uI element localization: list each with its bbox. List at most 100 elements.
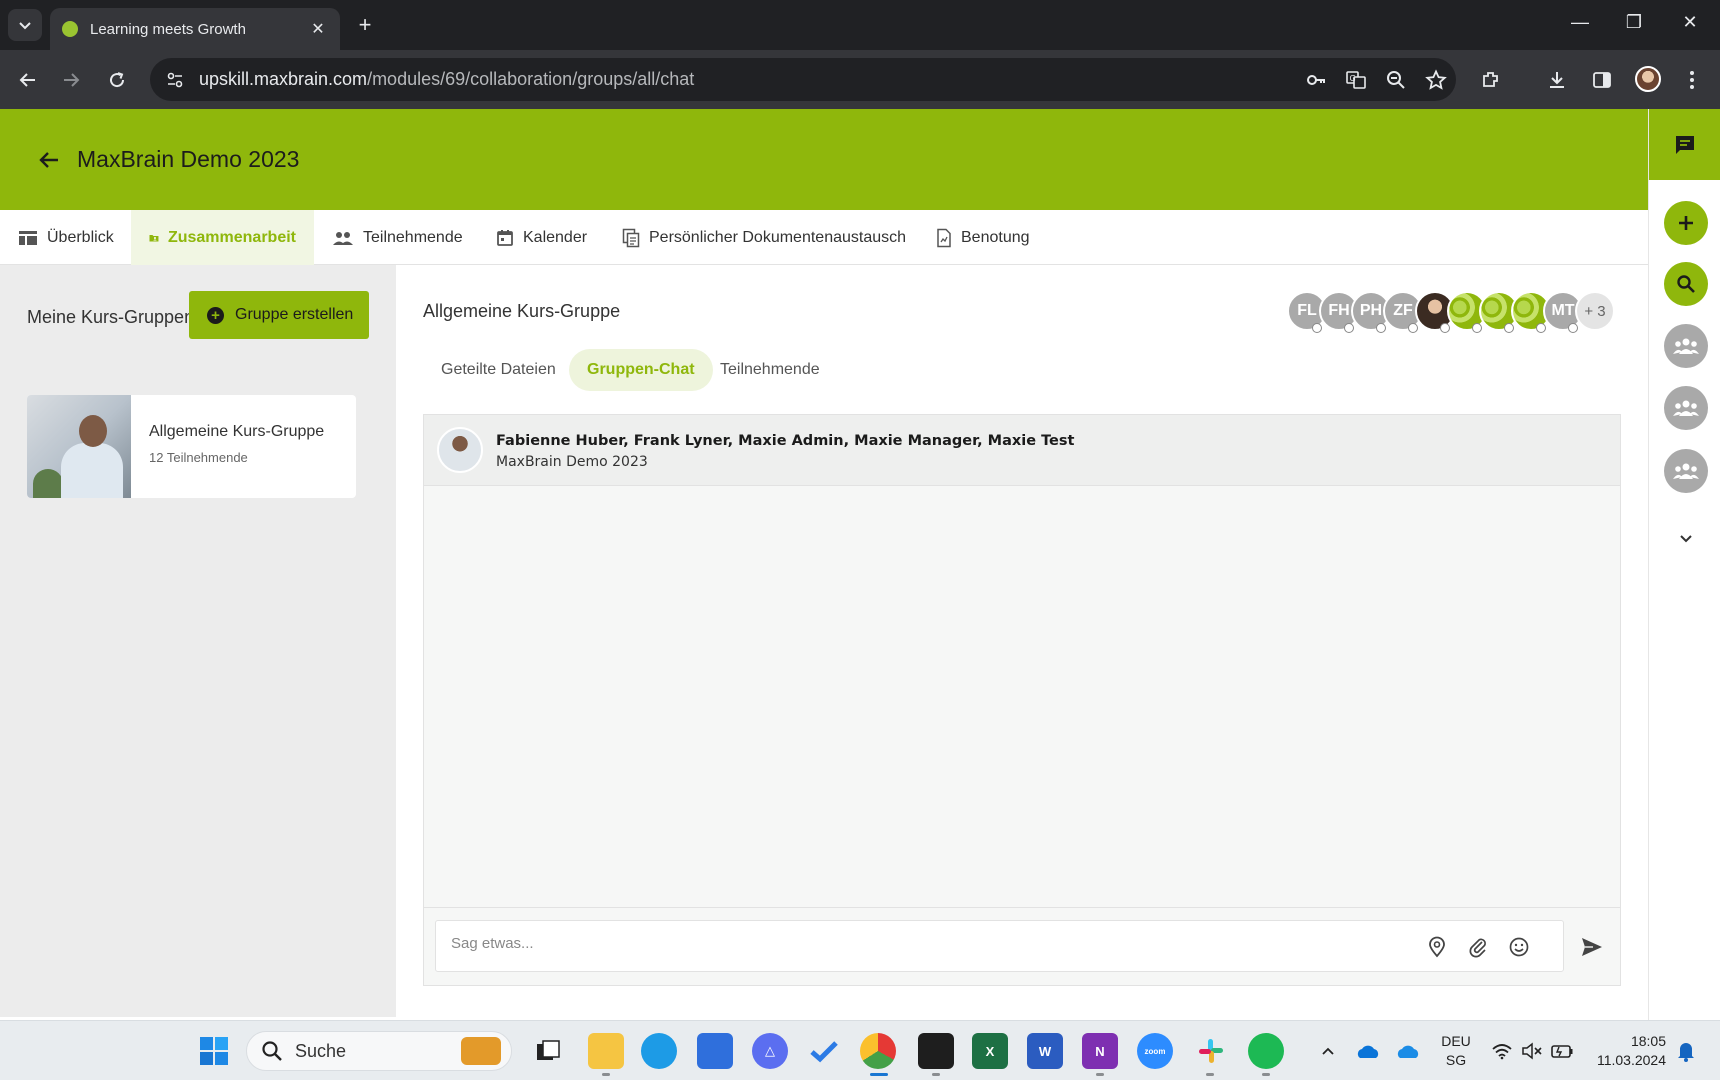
chevron-down-icon <box>1680 535 1692 543</box>
status-dot <box>1440 323 1450 333</box>
chevron-down-icon <box>19 22 31 30</box>
edge-icon[interactable] <box>641 1033 677 1069</box>
taskbar-active-indicator <box>870 1073 888 1076</box>
language-code: DEU <box>1441 1033 1471 1049</box>
zoom-icon[interactable] <box>1376 60 1416 100</box>
browser-tab-active[interactable]: Learning meets Growth ✕ <box>50 8 340 50</box>
rail-expand-button[interactable] <box>1664 516 1708 560</box>
briefcase-icon <box>461 1037 501 1065</box>
chat-members: Fabienne Huber, Frank Lyner, Maxie Admin… <box>496 433 1075 449</box>
zoom-icon[interactable]: zoom <box>1137 1033 1173 1069</box>
forward-button[interactable] <box>55 64 87 96</box>
rail-chat-button[interactable] <box>1649 109 1720 180</box>
tab-search-button[interactable] <box>8 9 42 41</box>
taskbar-search[interactable]: Suche <box>246 1031 512 1071</box>
side-panel-icon[interactable] <box>1585 63 1619 97</box>
tab-kalender[interactable]: Kalender <box>478 210 605 265</box>
grading-icon <box>937 228 951 247</box>
input-language[interactable]: DEU SG <box>1438 1032 1474 1070</box>
arrow-left-icon <box>19 73 35 87</box>
clock[interactable]: 18:05 11.03.2024 <box>1590 1032 1666 1070</box>
status-dot <box>1312 323 1322 333</box>
word-icon[interactable]: W <box>1027 1033 1063 1069</box>
back-arrow-icon[interactable] <box>36 147 62 173</box>
rail-group-button[interactable] <box>1664 386 1708 430</box>
search-icon <box>262 1041 282 1061</box>
tab-teilnehmende[interactable]: Teilnehmende <box>314 210 481 265</box>
windows-start-icon[interactable] <box>196 1033 232 1069</box>
downloads-icon[interactable] <box>1540 63 1574 97</box>
search-icon <box>1677 275 1695 293</box>
url-host: upskill.maxbrain.com <box>199 69 368 89</box>
tab-dokumentenaustausch[interactable]: Persönlicher Dokumentenaustausch <box>604 210 924 265</box>
tab-dokumentenaustausch-label: Persönlicher Dokumentenaustausch <box>649 228 907 246</box>
tray-chevron-up-icon[interactable] <box>1310 1033 1346 1069</box>
slack-icon[interactable] <box>1193 1033 1229 1069</box>
battery-icon[interactable] <box>1544 1033 1580 1069</box>
app-triangle-icon[interactable]: △ <box>752 1033 788 1069</box>
svg-text:G: G <box>1350 74 1356 83</box>
rail-search-button[interactable] <box>1664 262 1708 306</box>
minimize-window-icon[interactable]: — <box>1557 12 1603 33</box>
rail-group-button[interactable] <box>1664 324 1708 368</box>
extensions-icon[interactable] <box>1474 63 1508 97</box>
browser-profile-avatar[interactable] <box>1635 66 1661 92</box>
groups-sidebar: Meine Kurs-Gruppen + Gruppe erstellen Al… <box>0 265 396 1017</box>
notification-bell-icon[interactable] <box>1668 1033 1704 1069</box>
arrow-right-icon <box>64 73 80 87</box>
create-group-button[interactable]: + Gruppe erstellen <box>189 291 369 339</box>
plus-icon <box>1679 216 1693 230</box>
reload-button[interactable] <box>101 64 133 96</box>
group-thumbnail <box>27 395 131 498</box>
site-info-icon[interactable] <box>157 65 193 95</box>
tab-benotung[interactable]: Benotung <box>918 210 1048 265</box>
chrome-menu-icon[interactable] <box>1675 63 1709 97</box>
tab-gruppen-chat[interactable]: Gruppen-Chat <box>569 349 713 391</box>
browser-toolbar: upskill.maxbrain.com/modules/69/collabor… <box>0 50 1720 109</box>
send-arrow-icon <box>1582 938 1602 956</box>
tab-ueberblick[interactable]: Überblick <box>0 210 132 265</box>
new-tab-button[interactable]: + <box>352 13 378 39</box>
onenote-icon[interactable]: N <box>1082 1033 1118 1069</box>
onedrive-icon[interactable] <box>1350 1033 1386 1069</box>
member-avatar-stack[interactable]: FL FH PH ZF MT + 3 <box>1287 291 1627 333</box>
address-bar[interactable]: upskill.maxbrain.com/modules/69/collabor… <box>150 58 1456 101</box>
tab-zusammenarbeit[interactable]: Zusammenarbeit <box>131 210 314 265</box>
spotify-icon[interactable] <box>1248 1033 1284 1069</box>
rail-group-button[interactable] <box>1664 449 1708 493</box>
tab-geteilte-dateien[interactable]: Geteilte Dateien <box>423 349 574 391</box>
course-title: MaxBrain Demo 2023 <box>77 146 300 172</box>
excel-icon[interactable]: X <box>972 1033 1008 1069</box>
group-card[interactable]: Allgemeine Kurs-Gruppe 12 Teilnehmende <box>27 395 356 498</box>
file-explorer-icon[interactable] <box>588 1033 624 1069</box>
chrome-icon[interactable] <box>860 1033 896 1069</box>
reload-icon <box>110 72 125 88</box>
app-main: MaxBrain Demo 2023 Überblick Zusammenarb… <box>0 109 1648 1020</box>
taskbar-running-indicator <box>1096 1073 1104 1076</box>
password-key-icon[interactable] <box>1296 60 1336 100</box>
taskbar-running-indicator <box>1206 1073 1214 1076</box>
back-button[interactable] <box>12 64 44 96</box>
onedrive-icon[interactable] <box>1390 1033 1426 1069</box>
tab-benotung-label: Benotung <box>961 228 1030 246</box>
close-tab-icon[interactable]: ✕ <box>308 19 328 39</box>
send-message-button[interactable] <box>1577 932 1607 962</box>
location-pin-icon[interactable] <box>1424 934 1450 960</box>
rail-add-button[interactable] <box>1664 201 1708 245</box>
bookmark-star-icon[interactable] <box>1416 60 1456 100</box>
task-view-icon[interactable] <box>530 1033 566 1069</box>
more-members-badge[interactable]: + 3 <box>1575 291 1615 331</box>
chat-message-input[interactable] <box>451 935 1411 952</box>
figma-icon[interactable] <box>918 1033 954 1069</box>
restore-window-icon[interactable]: ❐ <box>1611 12 1657 33</box>
attachment-paperclip-icon[interactable] <box>1465 934 1491 960</box>
tab-gruppen-teilnehmende[interactable]: Teilnehmende <box>702 349 838 391</box>
close-window-icon[interactable]: ✕ <box>1667 12 1713 33</box>
status-dot <box>1504 323 1514 333</box>
store-icon[interactable] <box>697 1033 733 1069</box>
translate-icon[interactable]: G <box>1336 60 1376 100</box>
group-icon <box>1673 338 1699 354</box>
todo-check-icon[interactable] <box>806 1033 842 1069</box>
emoji-smiley-icon[interactable] <box>1506 934 1532 960</box>
taskbar-running-indicator <box>602 1073 610 1076</box>
